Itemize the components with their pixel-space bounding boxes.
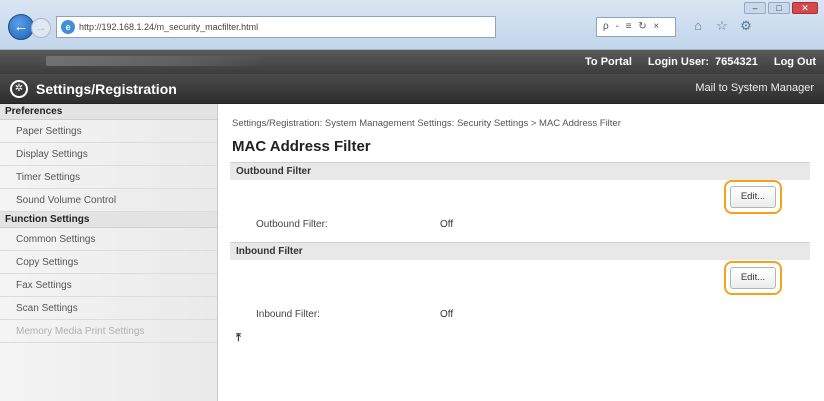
- log-out-link[interactable]: Log Out: [774, 56, 816, 68]
- inbound-filter-value: Off: [440, 309, 454, 320]
- title-bar: ✲ Settings/Registration Mail to System M…: [0, 74, 824, 104]
- device-name-blurred: [46, 56, 266, 66]
- login-user-label: Login User:: [647, 56, 710, 68]
- to-portal-link[interactable]: To Portal: [585, 56, 632, 68]
- sidebar-item-sound-volume-control[interactable]: Sound Volume Control: [0, 189, 217, 212]
- maximize-button[interactable]: □: [768, 2, 790, 14]
- sidebar-item-paper-settings[interactable]: Paper Settings: [0, 120, 217, 143]
- browser-chrome: – □ ✕ ← → e http://192.168.1.24/m_securi…: [0, 0, 824, 50]
- address-bar[interactable]: e http://192.168.1.24/m_security_macfilt…: [56, 16, 496, 38]
- breadcrumb: Settings/Registration: System Management…: [232, 118, 621, 129]
- mail-to-system-manager-link[interactable]: Mail to System Manager: [695, 82, 814, 94]
- favorites-star-icon[interactable]: ☆: [714, 18, 730, 34]
- inbound-filter-label: Inbound Filter:: [256, 309, 320, 320]
- sidebar-item-scan-settings[interactable]: Scan Settings: [0, 297, 217, 320]
- browser-logo-icon: e: [61, 20, 75, 34]
- window-controls: – □ ✕: [744, 2, 818, 14]
- page-title: MAC Address Filter: [232, 138, 371, 155]
- login-info: Login User: 7654321: [648, 56, 758, 68]
- outbound-filter-value: Off: [440, 219, 454, 230]
- inbound-filter-header: Inbound Filter: [230, 242, 810, 260]
- sidebar-item-display-settings[interactable]: Display Settings: [0, 143, 217, 166]
- inbound-edit-button[interactable]: Edit...: [730, 267, 776, 289]
- address-tools[interactable]: ρ - ≡ ↻ ×: [596, 17, 676, 37]
- address-url: http://192.168.1.24/m_security_macfilter…: [79, 22, 259, 32]
- login-user-value: 7654321: [715, 56, 758, 68]
- forward-arrow-icon[interactable]: →: [31, 18, 51, 38]
- close-window-button[interactable]: ✕: [792, 2, 818, 14]
- sidebar-item-memory-media-print-settings[interactable]: Memory Media Print Settings: [0, 320, 217, 343]
- device-topbar: To Portal Login User: 7654321 Log Out: [0, 50, 824, 74]
- back-to-top-icon[interactable]: ⤒: [236, 332, 241, 345]
- outbound-edit-button[interactable]: Edit...: [730, 186, 776, 208]
- app-title: Settings/Registration: [36, 81, 177, 97]
- sidebar-section-preferences: Preferences: [0, 104, 217, 120]
- home-icon[interactable]: ⌂: [690, 18, 706, 34]
- tools-gear-icon[interactable]: ⚙: [738, 18, 754, 34]
- sidebar: Preferences Paper Settings Display Setti…: [0, 104, 218, 401]
- outbound-filter-header: Outbound Filter: [230, 162, 810, 180]
- settings-gear-icon: ✲: [10, 80, 28, 98]
- sidebar-item-fax-settings[interactable]: Fax Settings: [0, 274, 217, 297]
- topbar-right: To Portal Login User: 7654321 Log Out: [585, 50, 816, 74]
- main-content: Settings/Registration: System Management…: [226, 104, 818, 401]
- sidebar-item-copy-settings[interactable]: Copy Settings: [0, 251, 217, 274]
- outbound-filter-label: Outbound Filter:: [256, 219, 328, 230]
- sidebar-section-function-settings: Function Settings: [0, 212, 217, 228]
- minimize-button[interactable]: –: [744, 2, 766, 14]
- sidebar-item-common-settings[interactable]: Common Settings: [0, 228, 217, 251]
- sidebar-item-timer-settings[interactable]: Timer Settings: [0, 166, 217, 189]
- browser-toolbar-icons: ⌂ ☆ ⚙: [690, 18, 754, 34]
